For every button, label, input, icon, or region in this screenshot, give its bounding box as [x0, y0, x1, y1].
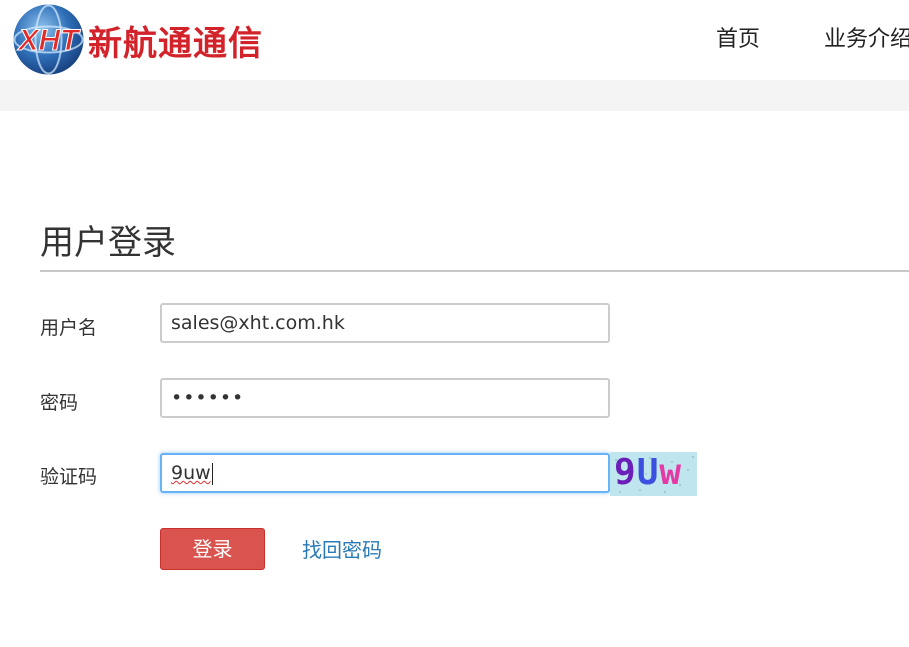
- captcha-char-3: w: [659, 452, 683, 493]
- captcha-text: 9Uw: [614, 452, 682, 493]
- captcha-char-2: U: [636, 452, 660, 493]
- captcha-input[interactable]: 9uw: [160, 453, 610, 493]
- xht-logo[interactable]: XHT: [11, 2, 86, 77]
- text-caret: [211, 462, 213, 485]
- title-divider: [40, 270, 909, 272]
- username-input[interactable]: sales@xht.com.hk: [160, 303, 610, 343]
- page-title: 用户登录: [40, 223, 176, 263]
- password-label: 密码: [40, 392, 79, 414]
- login-button[interactable]: 登录: [160, 528, 265, 570]
- logo-text: XHT: [17, 24, 82, 57]
- captcha-image[interactable]: 9Uw: [610, 452, 697, 496]
- brand-name: 新航通通信: [88, 24, 263, 64]
- nav-item-business[interactable]: 业务介绍: [824, 21, 909, 53]
- username-label: 用户名: [40, 317, 98, 339]
- forgot-password-link[interactable]: 找回密码: [302, 534, 382, 563]
- captcha-char-1: 9: [614, 452, 637, 493]
- header-divider-band: [0, 80, 909, 111]
- captcha-label: 验证码: [40, 466, 98, 488]
- site-header: XHT 新航通通信 首页 业务介绍: [0, 0, 909, 80]
- nav-item-home[interactable]: 首页: [716, 21, 760, 53]
- password-input[interactable]: ••••••: [160, 378, 610, 418]
- captcha-input-value: 9uw: [171, 462, 211, 484]
